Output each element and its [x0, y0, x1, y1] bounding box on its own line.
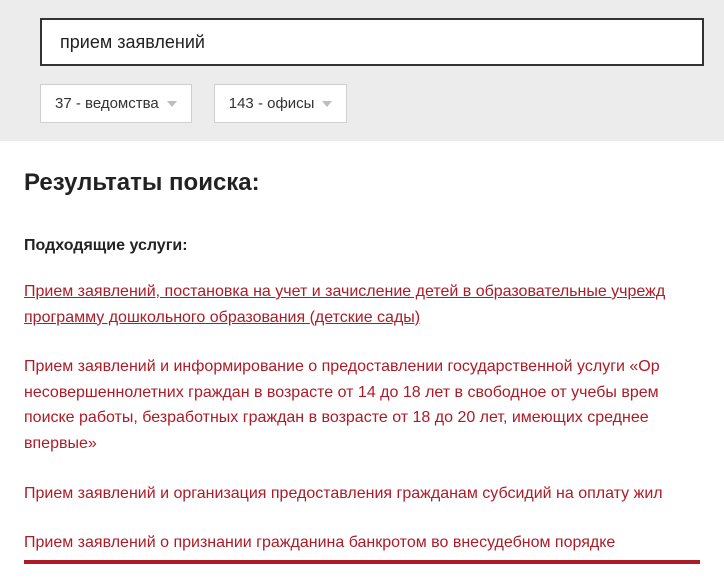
filter-departments[interactable]: 37 - ведомства	[40, 84, 192, 123]
result-link-4[interactable]: Прием заявлений о признании гражданина б…	[24, 530, 700, 564]
results-subtitle: Подходящие услуги:	[24, 237, 700, 255]
chevron-down-icon	[322, 101, 332, 107]
search-area: 37 - ведомства 143 - офисы	[0, 0, 724, 141]
result-link-2[interactable]: Прием заявлений и информирование о предо…	[24, 354, 700, 456]
filters-row: 37 - ведомства 143 - офисы	[40, 84, 704, 123]
filter-offices[interactable]: 143 - офисы	[214, 84, 348, 123]
filter-offices-label: 143 - офисы	[229, 95, 315, 112]
filter-departments-label: 37 - ведомства	[55, 95, 159, 112]
result-link-1[interactable]: Прием заявлений, постановка на учет и за…	[24, 279, 700, 330]
search-input[interactable]	[40, 18, 704, 66]
result-link-3[interactable]: Прием заявлений и организация предоставл…	[24, 481, 700, 507]
chevron-down-icon	[167, 101, 177, 107]
content: Результаты поиска: Подходящие услуги: Пр…	[0, 141, 724, 574]
results-title: Результаты поиска:	[24, 169, 700, 197]
